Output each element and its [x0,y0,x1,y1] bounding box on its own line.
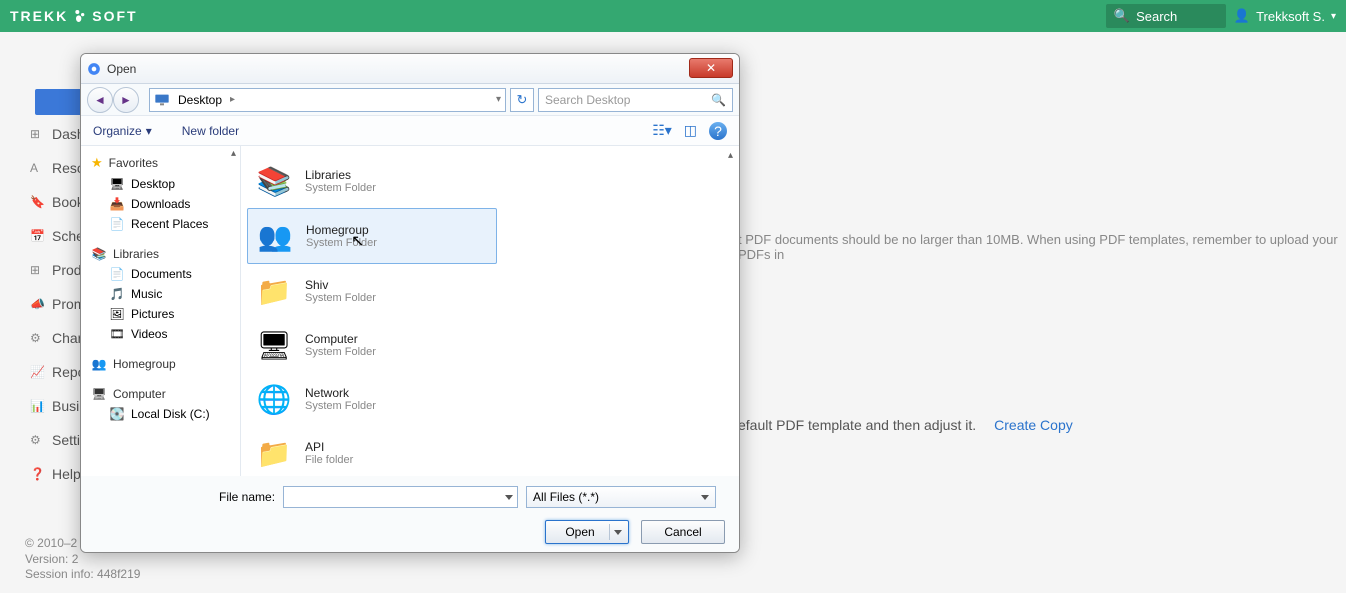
scroll-up-icon[interactable]: ▴ [728,150,733,161]
tree-item-local-disk[interactable]: 💽Local Disk (C:) [85,404,236,424]
search-placeholder: Search Desktop [545,93,630,107]
tag-icon: 🔖 [30,195,44,209]
computer-icon: 🖥 [91,387,107,401]
tree-item-documents[interactable]: 📄Documents [85,264,236,284]
picture-icon: 🖼 [109,307,125,321]
bar-icon: 📊 [30,399,44,413]
gear-icon: ⚙ [30,331,44,345]
file-list: ▴ 📚 LibrariesSystem Folder 👥 HomegroupSy… [241,146,739,476]
nav-back-button[interactable]: ◄ [87,87,113,113]
dialog-search-input[interactable]: Search Desktop 🔍 [538,88,733,112]
refresh-button[interactable]: ↻ [510,88,534,112]
footprint-icon [72,8,88,24]
logo: TREKK SOFT [10,8,138,24]
grid-icon: ⊞ [30,263,44,277]
star-icon: ★ [91,155,103,171]
library-icon: 📚 [91,247,107,261]
user-menu[interactable]: 👤 Trekksoft S. ▾ [1234,8,1336,24]
file-network[interactable]: 🌐 NetworkSystem Folder [247,372,497,426]
search-icon: 🔍 [1114,8,1130,24]
homegroup-icon: 👥 [254,215,296,257]
filename-input[interactable] [283,486,518,508]
dialog-close-button[interactable]: ✕ [689,58,733,78]
close-icon: ✕ [706,61,716,75]
gear-icon: ⚙ [30,433,44,447]
template-hint: efault PDF template and then adjust it. [738,417,976,433]
footer-session: Session info: 448f219 [25,567,140,583]
new-folder-button[interactable]: New folder [182,124,239,138]
tree-item-videos[interactable]: 🎞Videos [85,324,236,344]
tree-item-music[interactable]: 🎵Music [85,284,236,304]
chrome-icon [87,62,101,76]
footer-version: Version: 2 [25,552,140,568]
tree-item-desktop[interactable]: 🖥Desktop [85,174,236,194]
desktop-icon: 🖥 [109,177,125,191]
file-libraries[interactable]: 📚 LibrariesSystem Folder [247,154,497,208]
document-icon: 📄 [109,267,125,281]
cancel-button[interactable]: Cancel [641,520,725,544]
file-api[interactable]: 📁 APIFile folder [247,426,497,476]
breadcrumb[interactable]: Desktop ▸ ▾ [149,88,506,112]
tree-homegroup[interactable]: 👥Homegroup [85,354,236,374]
folder-tree: ▴ ★Favorites 🖥Desktop 📥Downloads 📄Recent… [81,146,241,476]
search-icon: 🔍 [711,93,726,107]
user-icon: 👤 [1234,8,1250,24]
user-label: Trekksoft S. [1256,9,1325,24]
page-note: t PDF documents should be no larger than… [738,232,1346,262]
homegroup-icon: 👥 [91,357,107,371]
filetype-select[interactable]: All Files (*.*) [526,486,716,508]
logo-text-right: SOFT [92,8,137,24]
library-icon: 📚 [253,160,295,202]
filename-label: File name: [219,490,275,504]
nav-forward-button[interactable]: ► [113,87,139,113]
music-icon: 🎵 [109,287,125,301]
disk-icon: 💽 [109,407,125,421]
tree-item-pictures[interactable]: 🖼Pictures [85,304,236,324]
user-folder-icon: 📁 [253,270,295,312]
desktop-icon [154,93,170,107]
folder-icon: 📁 [253,432,295,474]
search-placeholder: Search [1136,9,1177,24]
tree-libraries[interactable]: 📚Libraries [85,244,236,264]
view-mode-button[interactable]: ☷▾ [652,122,672,139]
file-computer[interactable]: 🖥 ComputerSystem Folder [247,318,497,372]
chevron-down-icon: ▾ [1331,11,1336,22]
global-search[interactable]: 🔍 Search [1106,4,1226,28]
tree-item-downloads[interactable]: 📥Downloads [85,194,236,214]
file-open-dialog: Open ✕ ◄ ► Desktop ▸ ▾ ↻ Search Desktop … [80,53,740,553]
computer-icon: 🖥 [253,324,295,366]
file-homegroup[interactable]: 👥 HomegroupSystem Folder [247,208,497,264]
grid-icon: ⊞ [30,127,44,141]
topbar: TREKK SOFT 🔍 Search 👤 Trekksoft S. ▾ [0,0,1346,32]
file-shiv[interactable]: 📁 ShivSystem Folder [247,264,497,318]
video-icon: 🎞 [109,327,125,341]
scroll-up-icon[interactable]: ▴ [231,148,236,159]
create-copy-link[interactable]: Create Copy [994,417,1073,433]
chevron-down-icon: ▾ [146,124,152,138]
recent-icon: 📄 [109,217,125,231]
open-button[interactable]: Open [545,520,629,544]
download-icon: 📥 [109,197,125,211]
calendar-icon: 📅 [30,229,44,243]
dialog-title: Open [107,62,136,76]
chart-icon: 📈 [30,365,44,379]
help-icon: ❓ [30,467,44,481]
letter-icon: A [30,161,44,175]
logo-text-left: TREKK [10,8,68,24]
tree-item-recent[interactable]: 📄Recent Places [85,214,236,234]
organize-menu[interactable]: Organize▾ [93,124,152,138]
breadcrumb-item: Desktop [174,93,226,107]
dialog-titlebar[interactable]: Open ✕ [81,54,739,84]
help-button[interactable]: ? [709,122,727,140]
chevron-down-icon[interactable]: ▾ [496,94,501,105]
chevron-right-icon: ▸ [230,94,235,105]
megaphone-icon: 📣 [30,297,44,311]
tree-favorites[interactable]: ★Favorites [85,152,236,174]
preview-pane-button[interactable]: ◫ [684,122,697,139]
network-icon: 🌐 [253,378,295,420]
tree-computer[interactable]: 🖥Computer [85,384,236,404]
